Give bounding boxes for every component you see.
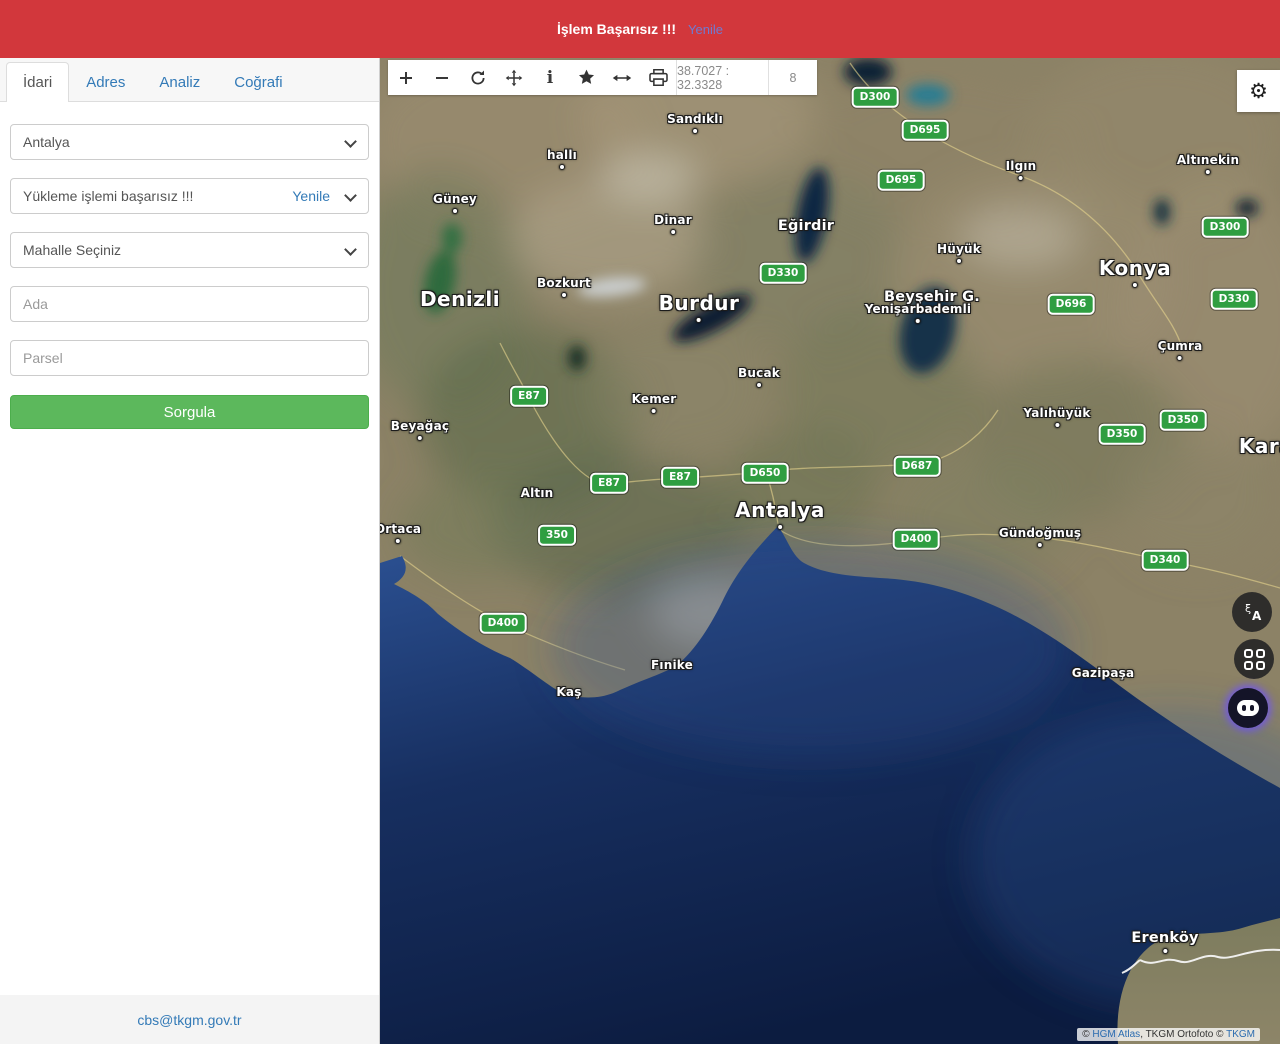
alert-refresh-link[interactable]: Yenile [688, 22, 723, 37]
grid-icon [1244, 649, 1265, 670]
refresh-button[interactable] [460, 60, 496, 95]
tab-label: İdari [23, 74, 52, 91]
parsel-input[interactable] [10, 340, 369, 376]
contact-email-link[interactable]: cbs@tkgm.gov.tr [137, 1012, 241, 1028]
tab-cografi[interactable]: Coğrafi [217, 62, 299, 102]
info-button[interactable]: i [532, 60, 568, 95]
zoom-in-button[interactable] [388, 60, 424, 95]
hgm-atlas-link[interactable]: HGM Atlas [1092, 1029, 1140, 1040]
settings-button[interactable]: ⚙ [1237, 70, 1280, 112]
favorites-button[interactable] [568, 60, 604, 95]
translate-button[interactable]: ξ A [1232, 592, 1272, 632]
query-sidebar: İdari Adres Analiz Coğrafi Antalya Yükleme … [0, 58, 380, 1044]
satellite-map[interactable] [380, 58, 1280, 1044]
coordinate-display: 38.7027 : 32.3328 [676, 60, 768, 95]
district-select-value: Yükleme işlemi başarısız !!! [23, 188, 193, 204]
move-icon [505, 69, 523, 87]
sidebar-footer: cbs@tkgm.gov.tr [0, 995, 379, 1044]
query-button[interactable]: Sorgula [10, 395, 369, 429]
plus-icon [397, 69, 415, 87]
parcel-query-form: Antalya Yükleme işlemi başarısız !!! Yen… [0, 124, 379, 429]
double-arrow-icon [612, 71, 632, 85]
district-refresh-link[interactable]: Yenile [292, 188, 338, 204]
alert-banner: İşlem Başarısız !!! Yenile [0, 0, 1280, 58]
svg-text:ξ: ξ [1245, 602, 1251, 615]
province-select[interactable]: Antalya [10, 124, 369, 160]
print-button[interactable] [640, 60, 676, 95]
chevron-down-icon [344, 243, 357, 256]
apps-grid-button[interactable] [1234, 639, 1274, 679]
assistant-eyes-icon [1237, 700, 1259, 716]
svg-text:A: A [1252, 609, 1262, 623]
tab-adres[interactable]: Adres [69, 62, 142, 102]
pan-button[interactable] [496, 60, 532, 95]
measure-button[interactable] [604, 60, 640, 95]
alert-message: İşlem Başarısız !!! [557, 21, 676, 37]
tab-analiz[interactable]: Analiz [142, 62, 217, 102]
map-toolbar: i 38.7027 : 32.3328 8 [388, 60, 817, 95]
ada-input[interactable] [10, 286, 369, 322]
star-icon [577, 68, 596, 87]
translate-icon: ξ A [1238, 598, 1266, 626]
tab-label: Coğrafi [234, 74, 282, 91]
zoom-out-button[interactable] [424, 60, 460, 95]
neighborhood-select-value: Mahalle Seçiniz [23, 242, 121, 258]
assistant-button[interactable] [1228, 688, 1268, 728]
gear-icon: ⚙ [1249, 79, 1268, 104]
minus-icon [433, 69, 451, 87]
map-container: Sandıklı hallı Güney Dinar Eğirdir Ilgın… [380, 58, 1280, 1044]
info-icon: i [547, 68, 553, 88]
neighborhood-select[interactable]: Mahalle Seçiniz [10, 232, 369, 268]
tab-idari[interactable]: İdari [6, 62, 69, 102]
tab-label: Adres [86, 74, 125, 91]
province-select-value: Antalya [23, 134, 70, 150]
chevron-down-icon [344, 189, 357, 202]
tkgm-link[interactable]: TKGM [1226, 1029, 1255, 1040]
chevron-down-icon [344, 135, 357, 148]
printer-icon [649, 69, 668, 86]
sidebar-tabs: İdari Adres Analiz Coğrafi [0, 58, 379, 102]
district-select[interactable]: Yükleme işlemi başarısız !!! Yenile [10, 178, 369, 214]
refresh-icon [469, 69, 487, 87]
zoom-level-display: 8 [768, 60, 817, 95]
map-attribution: © HGM Atlas, TKGM Ortofoto © TKGM [1077, 1028, 1260, 1041]
tab-label: Analiz [159, 74, 200, 91]
